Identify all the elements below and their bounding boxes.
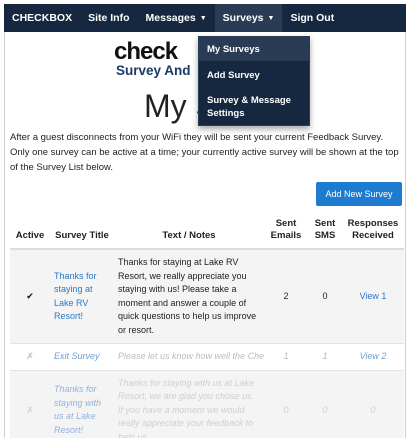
- nav-messages[interactable]: Messages ▼: [146, 12, 207, 24]
- nav-surveys-label: Surveys: [222, 12, 264, 24]
- brand-link[interactable]: CHECKBOX: [12, 12, 72, 24]
- caret-down-icon: ▼: [267, 14, 275, 22]
- survey-table: Active Survey Title Text / Notes Sent Em…: [10, 214, 404, 438]
- col-header-emails: Sent Emails: [264, 214, 308, 250]
- view-responses-link[interactable]: View 2: [342, 343, 404, 370]
- responses-count: 0: [342, 369, 404, 438]
- col-header-sms: Sent SMS: [308, 214, 342, 250]
- menu-item-my-surveys[interactable]: My Surveys: [199, 37, 309, 61]
- nav-sign-out[interactable]: Sign Out: [290, 12, 334, 24]
- col-header-active: Active: [10, 214, 50, 250]
- sent-emails-count: 0: [264, 369, 308, 438]
- col-header-responses: Responses Received: [342, 214, 404, 250]
- top-navbar: CHECKBOX Site Info Messages ▼ Surveys ▼ Si…: [4, 4, 406, 32]
- intro-text: After a guest disconnects from your WiFi…: [10, 132, 399, 173]
- view-responses-link[interactable]: View 1: [342, 248, 404, 344]
- sent-sms-count: 0: [308, 369, 342, 438]
- inactive-x-icon[interactable]: ✗: [10, 369, 50, 438]
- table-row: ✗ Exit Survey Please let us know how wel…: [10, 343, 404, 370]
- sent-sms-count: 0: [308, 248, 342, 344]
- table-header-row: Active Survey Title Text / Notes Sent Em…: [10, 214, 404, 250]
- active-check-icon: ✔: [10, 248, 50, 344]
- add-new-survey-button[interactable]: Add New Survey: [316, 182, 402, 206]
- survey-notes: Thanks for staying with us at Lake Resor…: [114, 369, 264, 438]
- survey-notes: Thanks for staying at Lake RV Resort, we…: [114, 248, 264, 344]
- caret-down-icon: ▼: [199, 14, 207, 22]
- table-row: ✗ Thanks for staying with us at Lake Res…: [10, 369, 404, 438]
- sent-sms-count: 1: [308, 343, 342, 370]
- col-header-title: Survey Title: [50, 214, 114, 250]
- col-header-notes: Text / Notes: [114, 214, 264, 250]
- survey-title-link[interactable]: Exit Survey: [50, 343, 114, 370]
- sent-emails-count: 1: [264, 343, 308, 370]
- menu-item-add-survey[interactable]: Add Survey: [199, 61, 309, 89]
- survey-notes: Please let us know how well the Checkbox…: [114, 343, 264, 370]
- inactive-x-icon[interactable]: ✗: [10, 343, 50, 370]
- survey-title-link[interactable]: Thanks for staying at Lake RV Resort!: [50, 248, 114, 344]
- nav-surveys[interactable]: Surveys ▼: [214, 4, 283, 32]
- survey-title-link[interactable]: Thanks for staying with us at Lake Resor…: [50, 369, 114, 438]
- sent-emails-count: 2: [264, 248, 308, 344]
- surveys-dropdown-menu: My Surveys Add Survey Survey & Message S…: [198, 36, 310, 126]
- menu-item-settings[interactable]: Survey & Message Settings: [199, 89, 309, 125]
- nav-messages-label: Messages: [145, 12, 196, 24]
- nav-site-info[interactable]: Site Info: [88, 12, 129, 24]
- table-row: ✔ Thanks for staying at Lake RV Resort! …: [10, 248, 404, 344]
